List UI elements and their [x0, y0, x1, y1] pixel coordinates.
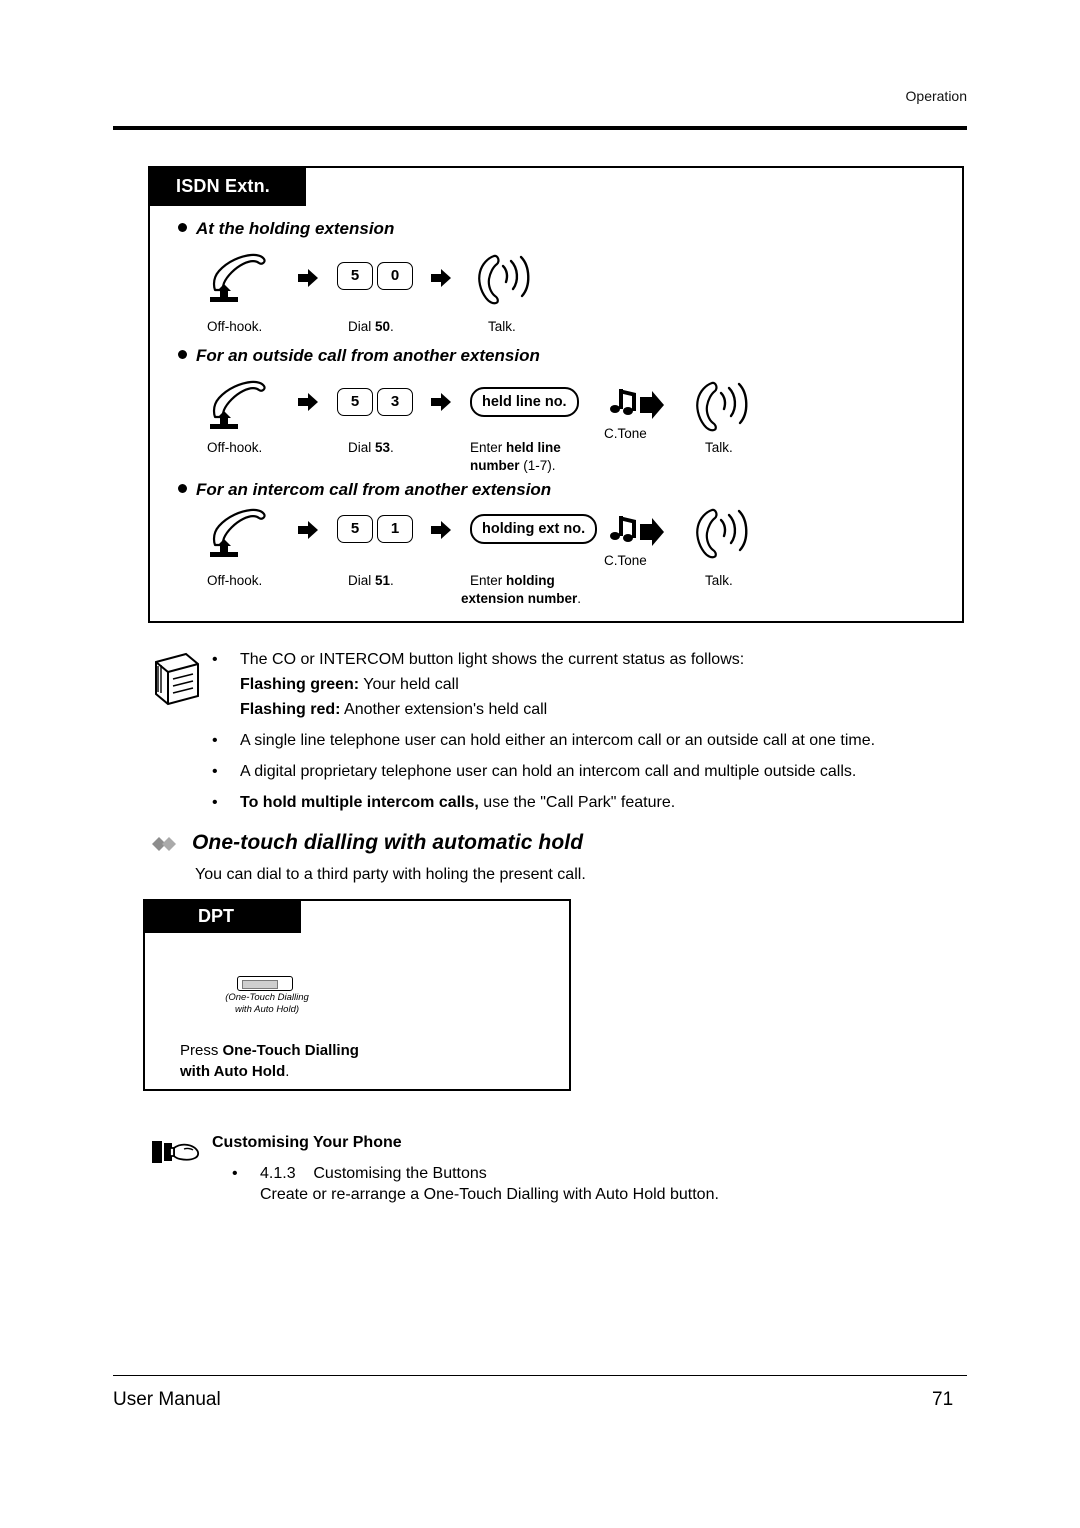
note-pad-icon	[148, 648, 204, 708]
one-touch-dialling-button-icon	[237, 976, 293, 991]
customising-item-number: 4.1.3	[260, 1165, 296, 1182]
dial-keys-3: 5 1	[337, 515, 413, 543]
off-hook-handset-icon	[205, 250, 275, 306]
caption-dial-2: Dial 53.	[348, 440, 394, 455]
feature-lead-text: You can dial to a third party with holin…	[195, 866, 586, 883]
caption-dial-1: Dial 50.	[348, 319, 394, 334]
caption-talk-2: Talk.	[705, 440, 733, 455]
keycap-1-1: 5	[337, 262, 373, 290]
caption-enter-2b: number (1-7).	[470, 458, 556, 473]
softkey-holding-ext-no: holding ext no.	[470, 514, 598, 544]
isdn-section-title-1: At the holding extension	[178, 219, 394, 239]
arrow-icon-1a	[297, 268, 319, 288]
isdn-section-title-2: For an outside call from another extensi…	[178, 346, 540, 366]
talk-handset-icon-3	[688, 502, 754, 564]
note-bullet: •	[212, 794, 218, 811]
talk-handset-icon-2	[688, 375, 754, 437]
note-item: • A digital proprietary telephone user c…	[212, 759, 972, 784]
note-item: • The CO or INTERCOM button light shows …	[212, 647, 972, 722]
note-bullet: •	[212, 763, 218, 780]
caption-talk-1: Talk.	[488, 319, 516, 334]
caption-talk-3: Talk.	[705, 573, 733, 588]
footer-page-number: 71	[932, 1389, 954, 1410]
section-bullet-icon	[178, 350, 187, 360]
customising-bullet: •	[232, 1165, 238, 1182]
dpt-caption: Press One-Touch Dialling with Auto Hold.	[180, 1042, 359, 1080]
confirmation-tone-icon-3	[604, 512, 668, 552]
isdn-tag: ISDN Extn.	[148, 166, 306, 206]
note-item: • A single line telephone user can hold …	[212, 728, 972, 753]
off-hook-handset-icon-2	[205, 377, 275, 433]
page-header-section: Operation	[905, 88, 967, 104]
note-text: The CO or INTERCOM button light shows th…	[240, 651, 745, 718]
note-text: To hold multiple intercom calls, use the…	[240, 794, 676, 811]
customising-item: • 4.1.3 Customising the Buttons	[232, 1161, 487, 1186]
keycap-2-2: 3	[377, 388, 413, 416]
note-bullet: •	[212, 651, 218, 668]
off-hook-handset-icon-3	[205, 505, 275, 561]
arrow-icon-2a	[297, 392, 319, 412]
arrow-icon-2b	[430, 392, 452, 412]
keycap-3-1: 5	[337, 515, 373, 543]
keycap-2-1: 5	[337, 388, 373, 416]
caption-enter-3b: extension number.	[461, 591, 582, 606]
section-bullet-icon	[178, 484, 187, 494]
footer-title: User Manual	[113, 1389, 221, 1410]
dial-keys-2: 5 3	[337, 388, 413, 416]
arrow-icon-3a	[297, 520, 319, 540]
note-item: • To hold multiple intercom calls, use t…	[212, 790, 972, 815]
dial-keys-1: 5 0	[337, 262, 413, 290]
caption-tone-3: C.Tone	[604, 553, 647, 568]
dpt-tag: DPT	[143, 899, 301, 933]
confirmation-tone-icon-2	[604, 385, 668, 425]
keycap-3-2: 1	[377, 515, 413, 543]
customising-item-description: Create or re-arrange a One-Touch Diallin…	[260, 1186, 719, 1203]
footer-divider	[113, 1375, 967, 1376]
customising-item-label: Customising the Buttons	[313, 1165, 487, 1182]
caption-tone-2: C.Tone	[604, 426, 647, 441]
caption-offhook-2: Off-hook.	[207, 440, 263, 455]
header-divider	[113, 126, 967, 130]
caption-enter-3: Enter holding	[470, 573, 555, 588]
note-text: A digital proprietary telephone user can…	[240, 763, 857, 780]
caption-offhook-1: Off-hook.	[207, 319, 263, 334]
isdn-section-title-3: For an intercom call from another extens…	[178, 480, 551, 500]
caption-enter-2: Enter held line	[470, 440, 561, 455]
notes-list: • The CO or INTERCOM button light shows …	[212, 647, 972, 821]
softkey-held-line-no: held line no.	[470, 387, 579, 417]
note-bullet: •	[212, 732, 218, 749]
section-bullet-icon	[178, 223, 187, 233]
caption-dial-3: Dial 51.	[348, 573, 394, 588]
diamond-bullet-icon	[143, 835, 183, 853]
note-text: A single line telephone user can hold ei…	[240, 732, 876, 749]
feature-heading: One-touch dialling with automatic hold	[192, 831, 584, 854]
caption-offhook-3: Off-hook.	[207, 573, 263, 588]
arrow-icon-1b	[430, 268, 452, 288]
customising-title: Customising Your Phone	[212, 1134, 402, 1151]
pointing-hand-icon	[150, 1135, 202, 1169]
one-touch-dialling-button-label: (One-Touch Dialling with Auto Hold)	[225, 992, 309, 1015]
arrow-icon-3b	[430, 520, 452, 540]
talk-handset-icon-1	[470, 248, 536, 310]
keycap-1-2: 0	[377, 262, 413, 290]
